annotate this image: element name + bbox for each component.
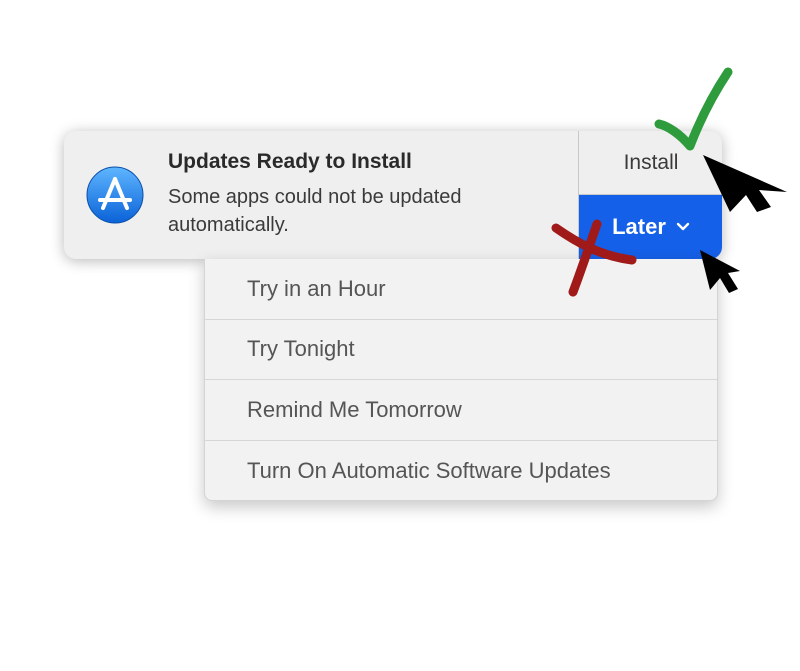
chevron-down-icon [676,222,690,231]
notification-banner: Updates Ready to Install Some apps could… [64,131,722,259]
notification-body: Some apps could not be updated automatic… [168,186,462,236]
menu-item-turn-on-automatic-updates[interactable]: Turn On Automatic Software Updates [205,441,717,502]
install-button-label: Install [623,150,679,174]
notification-actions: Install Later [578,131,722,259]
later-button[interactable]: Later [579,195,722,259]
later-dropdown-menu: Try in an Hour Try Tonight Remind Me Tom… [204,259,718,501]
notification-title: Updates Ready to Install [168,150,412,173]
menu-item-try-in-an-hour[interactable]: Try in an Hour [205,259,717,320]
screen: Updates Ready to Install Some apps could… [0,0,800,671]
menu-item-try-tonight[interactable]: Try Tonight [205,320,717,380]
menu-item-remind-me-tomorrow[interactable]: Remind Me Tomorrow [205,380,717,441]
install-button[interactable]: Install [579,131,722,195]
app-store-icon [86,166,144,224]
later-button-label: Later [612,214,666,239]
